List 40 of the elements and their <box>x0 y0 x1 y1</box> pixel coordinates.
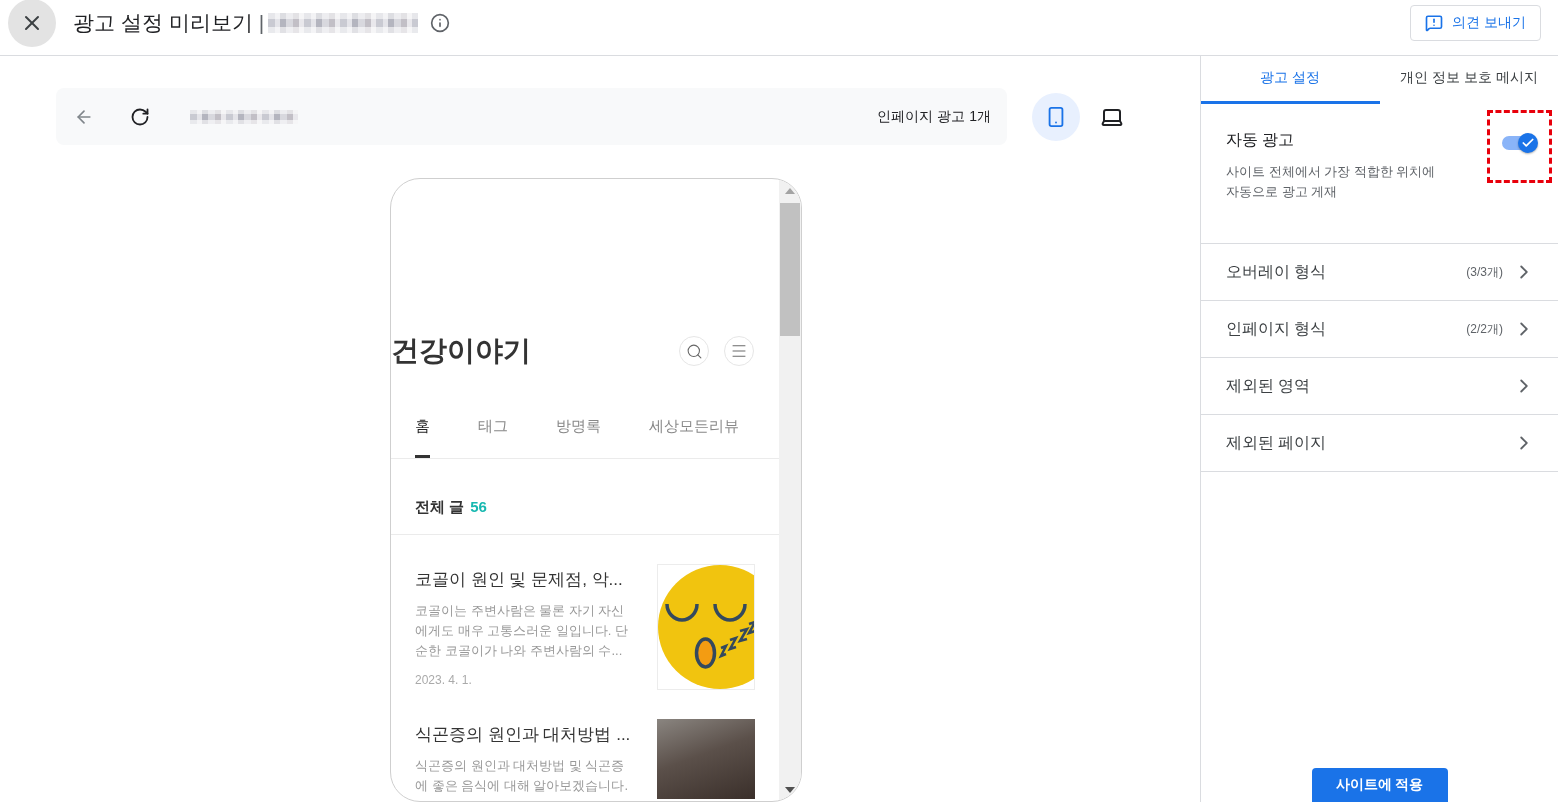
post-excerpt: 코골이는 주변사람은 물론 자기 자신에게도 매우 고통스러운 일입니다. 단순한 코골이가 나와 주변사람의 수... <box>415 602 630 660</box>
blog-nav-tab[interactable]: 세상모든리뷰 <box>649 376 739 458</box>
scrollbar[interactable] <box>779 179 801 801</box>
post-excerpt: 식곤증의 원인과 대처방법 및 식곤증에 좋은 음식에 대해 알아보겠습니다. <box>415 757 630 795</box>
post-count-label: 전체 글 <box>415 497 465 517</box>
page-title: 광고 설정 미리보기 <box>73 10 253 36</box>
search-button[interactable] <box>679 336 709 366</box>
menu-icon <box>730 342 748 360</box>
setting-label[interactable]: 오버레이 형식 <box>1226 261 1467 283</box>
blog-nav-tab[interactable]: 태그 <box>478 376 508 458</box>
message-alert-icon <box>1425 14 1444 32</box>
format-count: (2/2개) <box>1466 320 1503 338</box>
feedback-button[interactable]: 의견 보내기 <box>1410 5 1541 41</box>
info-icon[interactable] <box>430 13 451 33</box>
panel-tab[interactable]: 개인 정보 보호 메시지 <box>1379 56 1558 104</box>
toggle-switch[interactable] <box>1500 131 1539 154</box>
scrollbar-thumb[interactable] <box>780 203 800 336</box>
apply-button[interactable]: 사이트에 적용 <box>1311 768 1448 802</box>
post-count: 56 <box>470 497 487 517</box>
title-separator: | <box>258 11 265 35</box>
post-date: 2023. 4. 1. <box>415 672 473 688</box>
setting-label[interactable]: 인페이지 형식 <box>1226 318 1467 340</box>
close-button[interactable] <box>8 0 56 47</box>
blog-nav-tab[interactable]: 방명록 <box>556 376 601 458</box>
auto-ads-description: 사이트 전체에서 가장 적합한 위치에 자동으로 광고 게재 <box>1226 163 1437 201</box>
auto-ads-title: 자동 광고 <box>1226 130 1296 150</box>
setting-label[interactable]: 제외된 영역 <box>1226 375 1513 397</box>
format-count: (3/3개) <box>1466 263 1503 281</box>
blog-nav-tab[interactable]: 홈 <box>415 376 430 458</box>
ad-count-label: 인페이지 광고 1개 <box>877 107 991 126</box>
post-title[interactable]: 코골이 원인 및 문제점, 악... <box>415 568 631 592</box>
scroll-down-icon[interactable] <box>785 787 795 793</box>
search-icon <box>685 342 703 360</box>
mobile-view-button[interactable] <box>1032 92 1080 141</box>
panel-tab[interactable]: 광고 설정 <box>1201 56 1380 104</box>
post-title[interactable]: 식곤증의 원인과 대처방법 ... <box>415 723 631 747</box>
blog-title: 건강이야기 <box>391 334 532 368</box>
setting-label[interactable]: 제외된 페이지 <box>1226 432 1513 454</box>
reload-icon[interactable] <box>130 106 150 127</box>
menu-button[interactable] <box>724 336 754 366</box>
